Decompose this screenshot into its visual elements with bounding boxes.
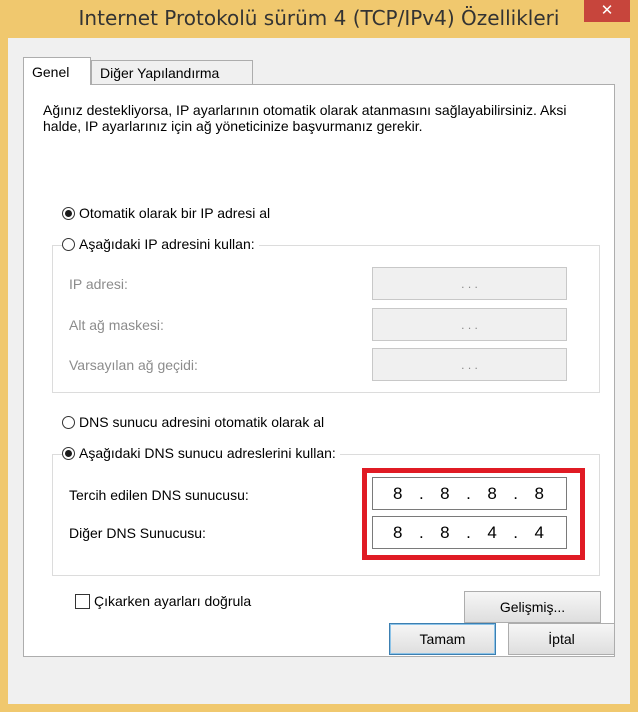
gateway-dots: . . . (461, 357, 478, 372)
description-text: Ağınız destekliyorsa, IP ayarlarının oto… (43, 102, 567, 134)
auto-dns-radio-circle[interactable] (62, 415, 75, 429)
advanced-button[interactable]: Gelişmiş... (464, 591, 601, 623)
dns-highlight-annotation (362, 468, 585, 560)
tab-general[interactable]: Genel (23, 57, 91, 85)
validate-checkbox-label: Çıkarken ayarları doğrula (94, 593, 252, 609)
tab-general-label: Genel (32, 64, 70, 80)
auto-dns-label: DNS sunucu adresini otomatik olarak al (79, 414, 325, 430)
manual-ip-radio-circle[interactable] (62, 237, 75, 251)
gateway-label: Varsayılan ağ geçidi: (69, 357, 198, 373)
manual-dns-radio[interactable]: Aşağıdaki DNS sunucu adreslerini kullan: (62, 445, 340, 461)
ip-address-dots: . . . (461, 276, 478, 291)
close-button[interactable]: ✕ (584, 0, 630, 22)
ip-address-input[interactable]: . . . (372, 267, 567, 300)
dialog-window: Internet Protokolü sürüm 4 (TCP/IPv4) Öz… (0, 0, 638, 712)
dialog-client-area: Genel Diğer Yapılandırma Ağınız destekli… (8, 38, 630, 704)
close-icon: ✕ (600, 2, 614, 19)
validate-on-exit-checkbox[interactable]: Çıkarken ayarları doğrula (75, 593, 251, 609)
tab-other-config-label: Diğer Yapılandırma (100, 65, 220, 81)
auto-dns-radio[interactable]: DNS sunucu adresini otomatik olarak al (62, 414, 324, 430)
title-bar[interactable]: Internet Protokolü sürüm 4 (TCP/IPv4) Öz… (0, 0, 638, 38)
manual-dns-label: Aşağıdaki DNS sunucu adreslerini kullan: (79, 445, 336, 461)
general-panel: Ağınız destekliyorsa, IP ayarlarının oto… (23, 84, 615, 657)
ip-address-label: IP adresi: (69, 276, 128, 292)
auto-ip-label: Otomatik olarak bir IP adresi al (79, 205, 271, 221)
auto-ip-radio[interactable]: Otomatik olarak bir IP adresi al (62, 205, 270, 221)
auto-ip-radio-circle[interactable] (62, 206, 75, 220)
validate-checkbox-box[interactable] (75, 593, 90, 609)
alternate-dns-label: Diğer DNS Sunucusu: (69, 525, 206, 541)
cancel-button[interactable]: İptal (508, 623, 615, 655)
subnet-mask-input[interactable]: . . . (372, 308, 567, 341)
preferred-dns-label: Tercih edilen DNS sunucusu: (69, 487, 249, 503)
subnet-mask-dots: . . . (461, 317, 478, 332)
manual-dns-radio-circle[interactable] (62, 446, 75, 460)
gateway-input[interactable]: . . . (372, 348, 567, 381)
tab-other-config[interactable]: Diğer Yapılandırma (91, 60, 253, 84)
manual-ip-radio[interactable]: Aşağıdaki IP adresini kullan: (62, 236, 259, 252)
window-title: Internet Protokolü sürüm 4 (TCP/IPv4) Öz… (78, 6, 560, 30)
manual-ip-label: Aşağıdaki IP adresini kullan: (79, 236, 255, 252)
ok-button[interactable]: Tamam (389, 623, 496, 655)
subnet-mask-label: Alt ağ maskesi: (69, 317, 164, 333)
